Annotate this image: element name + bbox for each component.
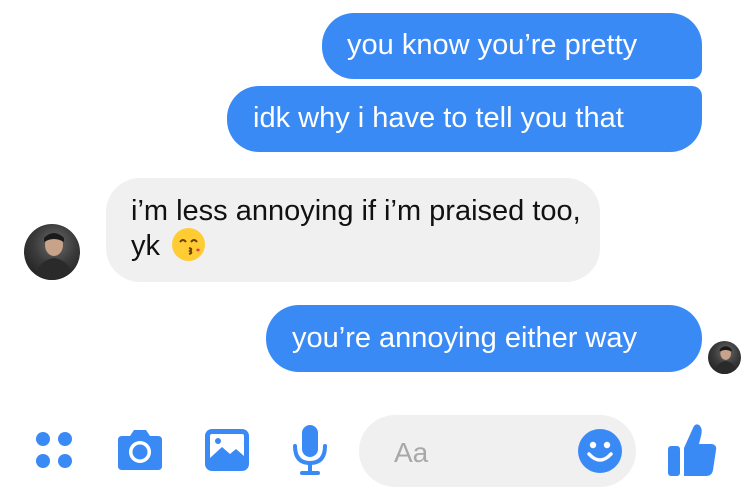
message-text: you’re annoying either way — [292, 322, 637, 354]
seen-indicator-avatar — [708, 341, 741, 374]
microphone-icon[interactable] — [290, 424, 330, 476]
message-text: you know you’re pretty — [347, 29, 638, 61]
like-thumb-icon[interactable] — [666, 422, 718, 478]
outgoing-message-bubble[interactable]: idk why i have to tell you that — [227, 86, 702, 152]
message-composer[interactable] — [359, 415, 636, 487]
contact-avatar[interactable] — [24, 224, 80, 280]
incoming-message-bubble[interactable]: i’m less annoying if i’m praised too, yk — [106, 178, 600, 282]
message-input[interactable] — [392, 435, 576, 471]
emoji-icon[interactable] — [577, 428, 623, 474]
outgoing-message-bubble[interactable]: you’re annoying either way — [266, 305, 702, 372]
outgoing-message-bubble[interactable]: you know you’re pretty — [322, 13, 702, 79]
kissing-face-emoji-icon — [172, 228, 206, 261]
message-text: idk why i have to tell you that — [253, 102, 624, 134]
more-apps-icon[interactable] — [33, 429, 75, 471]
camera-icon[interactable] — [114, 428, 166, 472]
gallery-icon[interactable] — [204, 428, 250, 472]
